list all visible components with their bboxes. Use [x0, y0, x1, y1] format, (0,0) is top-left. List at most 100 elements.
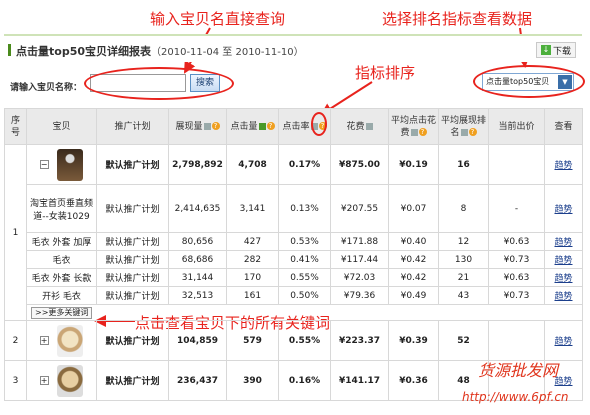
plan-cell: 默认推广计划: [96, 232, 169, 251]
cpc-cell: ¥0.40: [388, 232, 439, 251]
watermark-title: 货源批发网: [478, 361, 559, 380]
ctr-cell: 0.17%: [278, 144, 331, 185]
download-label: 下载: [552, 46, 571, 57]
clicks-cell: 579: [226, 320, 279, 361]
plan-cell: 默认推广计划: [96, 144, 169, 185]
sort-icon[interactable]: [460, 128, 468, 136]
th-index: 序号: [4, 108, 27, 145]
cpc-cell: ¥0.42: [388, 250, 439, 269]
trend-link[interactable]: 趋势: [554, 205, 572, 215]
trend-link[interactable]: 趋势: [554, 238, 572, 248]
download-icon: ↓: [540, 45, 551, 55]
expand-toggle-button[interactable]: +: [39, 336, 49, 345]
plan-cell: 默认推广计划: [96, 360, 169, 401]
view-cell[interactable]: 趋势: [544, 286, 583, 305]
ctr-cell: 0.13%: [278, 184, 331, 233]
clicks-cell: 427: [226, 232, 279, 251]
rank-cell: 16: [438, 144, 489, 185]
ctr-cell: 0.16%: [278, 360, 331, 401]
trend-link[interactable]: 趋势: [554, 161, 572, 171]
view-cell[interactable]: 趋势: [544, 268, 583, 287]
th-plan: 推广计划: [96, 108, 169, 145]
cpc-cell: ¥0.42: [388, 268, 439, 287]
rank-cell: 12: [438, 232, 489, 251]
th-cpc[interactable]: 平均点击花费?: [388, 108, 439, 145]
impressions-cell: 236,437: [168, 360, 227, 401]
trend-link[interactable]: 趋势: [554, 256, 572, 266]
sort-icon[interactable]: [365, 122, 373, 130]
cpc-cell: ¥0.49: [388, 286, 439, 305]
sort-icon[interactable]: [203, 122, 211, 130]
view-cell[interactable]: 趋势: [544, 144, 583, 185]
th-view: 查看: [544, 108, 583, 145]
impressions-cell: 104,859: [168, 320, 227, 361]
expand-toggle-button[interactable]: +: [39, 376, 49, 385]
more-keywords-button[interactable]: >>更多关键词: [31, 306, 93, 319]
help-icon[interactable]: ?: [418, 128, 427, 136]
report-header: 点击量top50宝贝详细报表（2010-11-04 至 2010-11-10） …: [4, 34, 582, 62]
ctr-cell: 0.41%: [278, 250, 331, 269]
cpc-cell: ¥0.07: [388, 184, 439, 233]
search-label: 请输入宝贝名称：: [10, 83, 83, 93]
bid-cell: ¥0.73: [488, 286, 545, 305]
cpc-cell: ¥0.39: [388, 320, 439, 361]
cost-cell: ¥141.17: [330, 360, 389, 401]
trend-link[interactable]: 趋势: [554, 274, 572, 284]
product-thumbnail[interactable]: [57, 364, 84, 397]
table-row: 淘宝首页垂直频道--女装1029 默认推广计划 2,414,635 3,141 …: [5, 184, 583, 233]
th-cost[interactable]: 花费: [330, 108, 389, 145]
cost-cell: ¥875.00: [330, 144, 389, 185]
clicks-cell: 3,141: [226, 184, 279, 233]
cost-cell: ¥117.44: [330, 250, 389, 269]
cost-cell: ¥223.37: [330, 320, 389, 361]
clicks-cell: 4,708: [226, 144, 279, 185]
th-baby: 宝贝: [26, 108, 97, 145]
bid-cell: ¥0.63: [488, 268, 545, 287]
bid-cell: [488, 144, 545, 185]
keyword-cell: 毛衣 外套 长款: [26, 268, 97, 287]
keyword-cell: 淘宝首页垂直频道--女装1029: [26, 184, 97, 233]
rank-cell: 52: [438, 320, 489, 361]
collapse-toggle-button[interactable]: −: [39, 160, 49, 169]
ctr-cell: 0.55%: [278, 268, 331, 287]
trend-link[interactable]: 趋势: [554, 292, 572, 302]
select-highlight-ellipse: [473, 65, 585, 98]
view-cell[interactable]: 趋势: [544, 184, 583, 233]
more-keywords-row: >>更多关键词: [5, 304, 583, 321]
ctr-cell: 0.50%: [278, 286, 331, 305]
trend-link[interactable]: 趋势: [554, 337, 572, 347]
sort-icon-active[interactable]: [258, 122, 266, 130]
plan-cell: 默认推广计划: [96, 286, 169, 305]
help-icon[interactable]: ?: [266, 122, 275, 130]
product-thumbnail[interactable]: [57, 148, 84, 181]
row-index: 1: [4, 144, 27, 321]
header-marker: [8, 44, 11, 56]
table-row: 毛衣 外套 长款 默认推广计划 31,144 170 0.55% ¥72.03 …: [5, 268, 583, 287]
cpc-cell: ¥0.19: [388, 144, 439, 185]
table-row: 开衫 毛衣 默认推广计划 32,513 161 0.50% ¥79.36 ¥0.…: [5, 286, 583, 305]
th-rank[interactable]: 平均展现排名?: [438, 108, 489, 145]
sort-icon[interactable]: [410, 128, 418, 136]
help-icon[interactable]: ?: [468, 128, 477, 136]
impressions-cell: 31,144: [168, 268, 227, 287]
bid-cell: ¥0.63: [488, 232, 545, 251]
table-header-row: 序号 宝贝 推广计划 展现量? 点击量? 点击率? 花费 平均点击花费? 平均展…: [4, 108, 583, 145]
row-index: 3: [4, 360, 27, 401]
cost-cell: ¥72.03: [330, 268, 389, 287]
cost-cell: ¥171.88: [330, 232, 389, 251]
bid-cell: -: [488, 184, 545, 233]
clicks-cell: 170: [226, 268, 279, 287]
view-cell[interactable]: 趋势: [544, 232, 583, 251]
th-clicks[interactable]: 点击量?: [226, 108, 279, 145]
product-thumbnail[interactable]: [57, 324, 84, 357]
keyword-cell: 毛衣 外套 加厚: [26, 232, 97, 251]
baby-cell: +: [26, 360, 97, 401]
impressions-cell: 2,798,892: [168, 144, 227, 185]
help-icon[interactable]: ?: [211, 122, 220, 130]
view-cell[interactable]: 趋势: [544, 250, 583, 269]
download-button[interactable]: ↓ 下载: [535, 42, 576, 58]
view-cell[interactable]: 趋势: [544, 320, 583, 361]
th-impressions[interactable]: 展现量?: [168, 108, 227, 145]
clicks-cell: 161: [226, 286, 279, 305]
ctr-cell: 0.53%: [278, 232, 331, 251]
